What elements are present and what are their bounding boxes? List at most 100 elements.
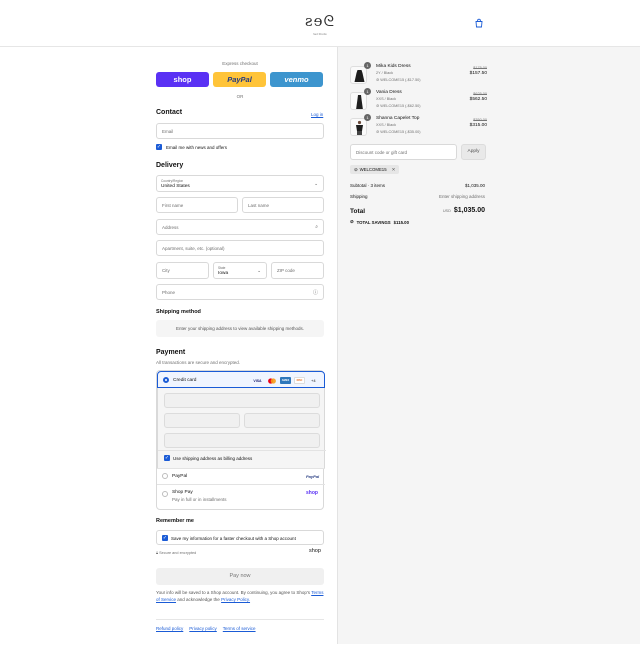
savings-value: $115.00: [393, 219, 409, 225]
discount-code-placeholder: Discount code or gift card: [356, 150, 408, 155]
paypal-button[interactable]: PayPal: [213, 72, 266, 87]
item-variant: XXS / Black: [376, 123, 397, 127]
product-image: [350, 66, 367, 84]
quantity-badge: 1: [364, 62, 371, 69]
close-icon[interactable]: ✕: [392, 167, 396, 173]
cart-item: 1 Shanna Capelet Top XXS / Black ⊘ WELCO…: [350, 114, 487, 138]
shipping-label: Shipping: [350, 194, 368, 199]
item-name: Vania Dress: [376, 90, 402, 95]
item-price: $157.50: [469, 71, 487, 76]
shop-pay-button[interactable]: shop: [156, 72, 209, 87]
state-select[interactable]: State Iowa ⌄: [213, 262, 267, 279]
shop-pay-option[interactable]: Shop Pay Pay in full or in installments …: [157, 485, 323, 509]
email-field[interactable]: Email: [156, 123, 324, 139]
applied-code-chip: ⊘ WELCOME15 ✕: [350, 165, 400, 174]
phone-field[interactable]: Phone ⓘ: [156, 284, 324, 300]
item-original-price: $350.00: [473, 118, 487, 122]
tag-icon: ⊘: [354, 166, 358, 172]
refund-policy-link[interactable]: Refund policy: [156, 626, 183, 631]
last-name-placeholder: Last name: [248, 203, 270, 208]
country-label: Country/Region: [161, 179, 184, 183]
cart-bag-icon[interactable]: [474, 18, 484, 28]
secure-text: Secure and encrypted: [159, 551, 197, 555]
city-placeholder: City: [162, 268, 170, 273]
credit-card-label: Credit card: [173, 377, 197, 383]
total-value: $1,035.00: [453, 207, 485, 214]
logo-subtitle: Sed Studio: [313, 33, 327, 36]
legal-and: and acknowledge the: [177, 596, 220, 602]
tag-icon: ⊘: [376, 78, 380, 82]
amex-icon: AMEX: [280, 377, 291, 384]
item-discount: ⊘ WELCOME15 (-$62.50): [376, 103, 421, 108]
credit-card-radio[interactable]: [163, 377, 169, 383]
lock-icon: 🔒︎: [156, 551, 159, 555]
first-name-field[interactable]: First name: [156, 197, 238, 213]
billing-checkbox[interactable]: ✓: [164, 455, 170, 461]
login-link[interactable]: Log in: [311, 112, 323, 117]
item-original-price: $625.00: [473, 92, 487, 96]
card-number-field[interactable]: [164, 393, 320, 408]
mastercard-icon: [266, 377, 277, 384]
pay-now-button[interactable]: Pay now: [156, 568, 324, 585]
phone-placeholder: Phone: [162, 290, 176, 295]
search-icon: ⌕: [315, 224, 318, 230]
shipping-info-box: Enter your shipping address to view avai…: [156, 320, 324, 337]
chevron-down-icon: ⌄: [314, 181, 318, 186]
venmo-button[interactable]: venmo: [270, 72, 323, 87]
shop-logo: shop: [309, 548, 321, 554]
remember-option[interactable]: ✓ Save my information for a faster check…: [156, 530, 324, 545]
header: ƨɘᘓ Sed Studio: [0, 0, 640, 47]
remember-checkbox[interactable]: ✓: [162, 535, 168, 541]
item-discount-text: WELCOME15 (-$35.00): [380, 130, 421, 134]
footer-divider: [156, 619, 324, 620]
total-label: Total: [350, 208, 366, 215]
discover-icon: DISC: [294, 377, 305, 384]
country-select[interactable]: Country/Region United States ⌄: [156, 175, 324, 192]
address-field[interactable]: Address ⌕: [156, 219, 324, 235]
card-cvv-field[interactable]: [244, 413, 320, 428]
help-circle-icon[interactable]: ⓘ: [313, 289, 318, 296]
last-name-field[interactable]: Last name: [242, 197, 324, 213]
credit-card-option[interactable]: Credit card VISA AMEX DISC +4: [157, 371, 325, 388]
delivery-heading: Delivery: [156, 162, 184, 169]
product-image: [350, 118, 367, 136]
city-field[interactable]: City: [156, 262, 209, 279]
legal-text: Your info will be saved to a Shop accoun…: [156, 590, 326, 603]
paypal-option[interactable]: PayPal PayPal: [157, 469, 323, 484]
shop-pay-logo: shop: [306, 490, 318, 496]
item-name: Mika Kids Dress: [376, 64, 411, 69]
apply-button[interactable]: Apply: [461, 144, 486, 160]
shipping-method-heading: Shipping method: [156, 309, 201, 315]
item-variant: XXS / Black: [376, 97, 397, 101]
store-logo[interactable]: ƨɘᘓ Sed Studio: [302, 14, 338, 37]
terms-of-service-link[interactable]: Terms of service: [223, 626, 256, 631]
cart-item: 1 Vania Dress XXS / Black ⊘ WELCOME15 (-…: [350, 88, 487, 112]
contact-heading: Contact: [156, 109, 183, 116]
shop-pay-radio[interactable]: [162, 491, 168, 497]
checkout-form: Express checkout shop PayPal venmo OR Co…: [0, 47, 337, 671]
currency-code: USD: [442, 209, 451, 213]
news-checkbox[interactable]: ✓: [156, 144, 162, 150]
privacy-link[interactable]: Privacy Policy.: [221, 597, 250, 602]
subtotal-label: Subtotal · 3 items: [350, 183, 386, 188]
state-label: State: [218, 266, 226, 270]
shop-pay-subtitle: Pay in full or in installments: [172, 497, 227, 502]
card-name-field[interactable]: [164, 433, 320, 448]
privacy-policy-link[interactable]: Privacy policy: [189, 626, 217, 631]
item-discount: ⊘ WELCOME15 (-$35.00): [376, 129, 421, 134]
total-amount: USD $1,035.00: [443, 207, 485, 214]
payment-subtitle: All transactions are secure and encrypte…: [156, 360, 241, 365]
or-divider: OR: [236, 94, 244, 99]
quantity-badge: 1: [364, 114, 371, 121]
item-discount-text: WELCOME15 (-$17.50): [380, 78, 421, 82]
item-price: $315.00: [469, 123, 487, 128]
discount-code-input[interactable]: Discount code or gift card: [350, 144, 457, 160]
shipping-value: Enter shipping address: [438, 194, 485, 199]
zip-field[interactable]: ZIP code: [271, 262, 324, 279]
more-cards-count: +4: [311, 377, 316, 383]
paypal-radio[interactable]: [162, 473, 168, 479]
card-expiry-field[interactable]: [164, 413, 240, 428]
tag-icon: ⊘: [376, 130, 380, 134]
remember-heading: Remember me: [156, 518, 194, 524]
apartment-field[interactable]: Apartment, suite, etc. (optional): [156, 240, 324, 256]
